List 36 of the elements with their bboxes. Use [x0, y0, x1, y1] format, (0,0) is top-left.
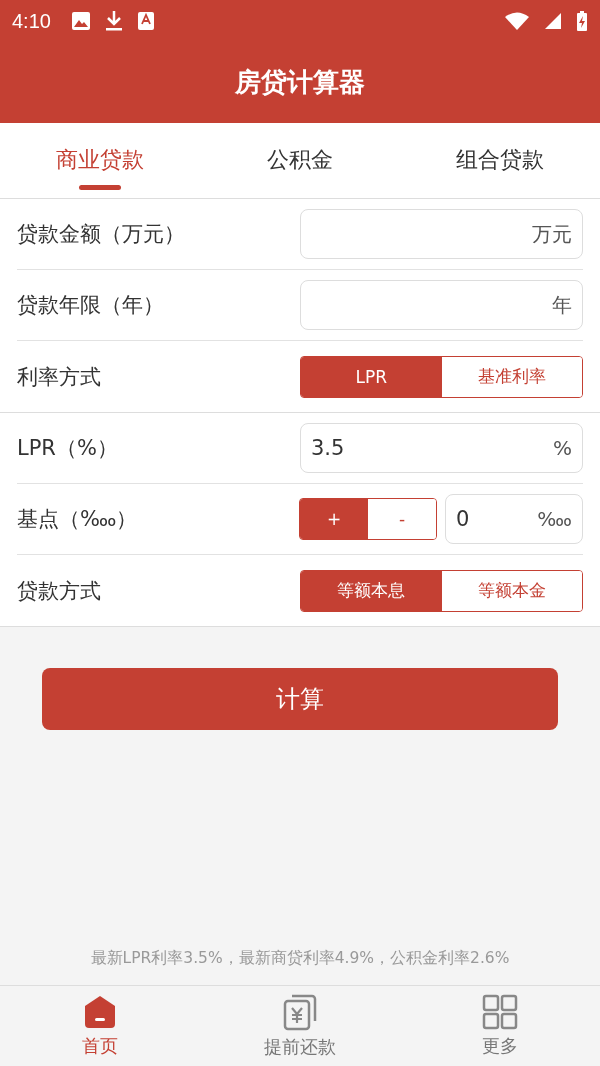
field-label: 基点（‱） [17, 506, 138, 533]
unit-label: 万元 [532, 220, 572, 248]
grid-icon [482, 994, 518, 1030]
wifi-icon [504, 11, 530, 31]
unit-label: 年 [552, 291, 572, 319]
field-label: 贷款方式 [17, 577, 101, 605]
input-field[interactable]: 0 ‱ [445, 494, 583, 544]
nav-item[interactable]: 首页 [0, 986, 200, 1066]
field-label: 贷款金额（万元） [17, 221, 185, 248]
input-field[interactable]: 万元 [300, 209, 583, 259]
unit-label: % [553, 436, 572, 460]
app-title: 房贷计算器 [235, 66, 365, 99]
loan-tab[interactable]: 商业贷款 [0, 123, 200, 198]
nav-item[interactable]: 提前还款 [200, 986, 400, 1066]
battery-icon [576, 10, 588, 32]
segment-option[interactable]: LPR [301, 356, 442, 397]
yen-document-icon [282, 993, 318, 1031]
status-time: 4:10 [12, 9, 51, 33]
home-icon [82, 994, 118, 1030]
field-label: LPR（%） [17, 435, 118, 462]
rate-note: 最新LPR利率3.5%，最新商贷利率4.9%，公积金利率2.6% [90, 948, 510, 969]
signal-icon [544, 12, 562, 30]
download-icon [104, 10, 123, 32]
loan-tab[interactable]: 公积金 [200, 123, 400, 198]
segment-option[interactable]: + [300, 499, 368, 539]
input-field[interactable]: 3.5 % [300, 423, 583, 473]
field-label: 利率方式 [17, 363, 101, 391]
loan-tab[interactable]: 组合贷款 [400, 123, 600, 198]
keyboard-icon [136, 11, 155, 31]
segment-option[interactable]: 等额本息 [301, 570, 442, 611]
calculate-button[interactable]: 计算 [42, 668, 558, 730]
unit-label: ‱ [537, 507, 572, 531]
nav-item[interactable]: 更多 [400, 986, 600, 1066]
field-label: 贷款年限（年） [17, 292, 164, 319]
image-icon [70, 11, 91, 31]
input-field[interactable]: 年 [300, 280, 583, 330]
